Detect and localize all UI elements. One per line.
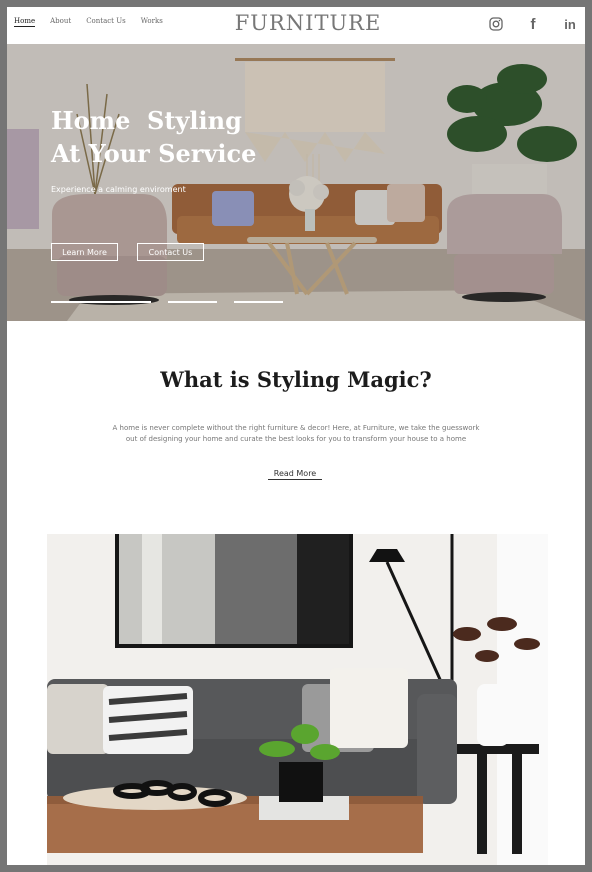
contact-us-button[interactable]: Contact Us [137,243,204,261]
slide-indicator-3[interactable] [234,301,283,303]
nav-about[interactable]: About [50,17,71,27]
learn-more-button[interactable]: Learn More [51,243,118,261]
living-room-image [47,534,548,865]
linkedin-icon[interactable]: in [561,15,579,33]
site-header: Home About Contact Us Works FURNITURE f … [7,7,585,44]
brand-logo[interactable]: FURNITURE [233,11,383,35]
main-nav: Home About Contact Us Works [14,17,178,27]
social-links: f in [487,15,579,33]
browser-window: Home About Contact Us Works FURNITURE f … [7,7,585,865]
linkedin-glyph: in [564,16,576,32]
section-title: What is Styling Magic? [160,367,432,392]
section-description-line1: A home is never complete without the rig… [112,424,480,432]
hero-title-line2: At Your Service [51,139,257,168]
section-description-line2: out of designing your home and curate th… [125,435,467,443]
hero-title: Home Styling At Your Service [51,104,256,170]
read-more-link[interactable]: Read More [268,469,322,480]
hero-title-line1: Home Styling [51,106,242,135]
facebook-glyph: f [530,15,536,33]
nav-works[interactable]: Works [141,17,163,27]
facebook-icon[interactable]: f [524,15,542,33]
hero-banner: Home Styling At Your Service Experience … [7,44,585,321]
slide-indicators [51,301,283,303]
slide-indicator-2[interactable] [168,301,217,303]
hero-overlay [7,44,585,321]
slide-indicator-1[interactable] [51,301,151,303]
instagram-icon[interactable] [487,15,505,33]
section-description: A home is never complete without the rig… [77,423,515,445]
hero-subtitle: Experience a calming enviroment [51,185,186,194]
nav-contact-us[interactable]: Contact Us [86,17,126,27]
living-room-photo [47,534,548,865]
nav-home[interactable]: Home [14,17,36,27]
